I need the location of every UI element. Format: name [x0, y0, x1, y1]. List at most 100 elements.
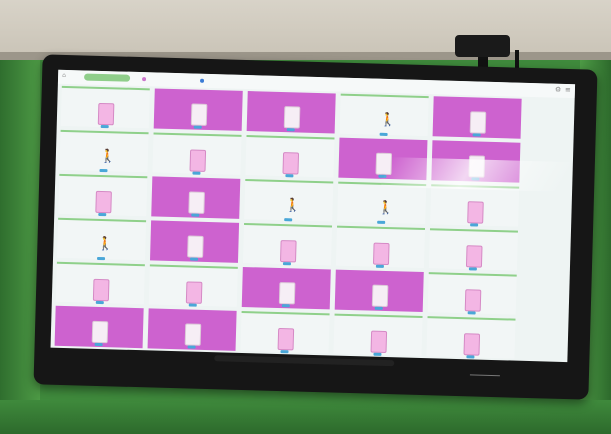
room-cell[interactable]	[153, 88, 243, 131]
status-tag-icon	[379, 132, 388, 136]
bed-icon	[91, 320, 109, 344]
bed-icon	[371, 284, 389, 308]
room-cell[interactable]: 🚶	[244, 179, 334, 222]
status-tag-icon	[99, 168, 108, 173]
bed-icon	[372, 242, 390, 266]
status-tag-icon	[96, 256, 106, 261]
menu-icon[interactable]: ≡	[565, 86, 573, 94]
legend-dot-icon	[142, 77, 147, 82]
room-cell[interactable]	[240, 310, 330, 354]
bed-icon	[184, 323, 202, 346]
bed-icon	[465, 245, 483, 268]
room-cell[interactable]	[148, 264, 238, 307]
status-tag-icon	[98, 212, 107, 217]
status-tag-icon	[467, 311, 476, 315]
room-cell[interactable]: 🚶	[339, 93, 429, 137]
tv-monitor: ⌂ ⚙ ≡ 🚶 🚶 🚶 🚶 🚶	[33, 54, 598, 400]
room-cell[interactable]	[426, 316, 516, 359]
bed-icon	[95, 190, 112, 214]
room-cell[interactable]	[245, 135, 335, 178]
room-cell[interactable]	[54, 305, 144, 349]
status-tag-icon	[377, 220, 386, 224]
monitor-base	[214, 355, 395, 367]
bed-icon	[278, 282, 296, 305]
room-cell[interactable]	[147, 308, 237, 351]
room-cell[interactable]	[58, 173, 148, 217]
bed-icon	[97, 102, 115, 126]
topbar-legend-item	[199, 77, 206, 84]
room-cell[interactable]: 🚶	[57, 217, 147, 261]
room-cell[interactable]	[334, 269, 424, 313]
bed-icon	[187, 235, 204, 258]
status-tag-icon	[374, 306, 383, 310]
status-tag-icon	[373, 352, 382, 356]
brand-line	[469, 374, 500, 377]
status-tag-icon	[95, 300, 104, 305]
room-cell[interactable]	[430, 184, 520, 227]
bed-icon	[463, 333, 481, 356]
status-tag-icon	[192, 171, 201, 175]
room-cell[interactable]	[151, 176, 241, 219]
person-icon: 🚶	[379, 112, 397, 129]
status-tag-icon	[472, 133, 481, 137]
bed-icon	[283, 106, 301, 129]
ceiling	[0, 0, 611, 60]
status-tag-icon	[187, 345, 196, 349]
room-cell[interactable]	[333, 313, 423, 357]
screen-glare	[379, 157, 572, 192]
bed-icon	[190, 103, 208, 126]
camera-icon	[455, 35, 510, 57]
screen: ⌂ ⚙ ≡ 🚶 🚶 🚶 🚶 🚶	[50, 69, 576, 363]
person-icon: 🚶	[377, 200, 394, 217]
status-tag-icon	[468, 267, 477, 271]
room-cell[interactable]	[246, 91, 336, 134]
topbar-legend-item	[142, 75, 148, 82]
status-tag-icon	[285, 174, 294, 178]
room-cell[interactable]	[335, 225, 426, 269]
status-tag-icon	[191, 213, 200, 217]
person-icon: 🚶	[284, 198, 301, 214]
room-cell[interactable]	[60, 85, 150, 129]
status-tag-icon	[190, 257, 199, 261]
status-tag-icon	[188, 303, 197, 307]
legend-dot-icon	[199, 78, 205, 83]
topbar-status-pill[interactable]	[84, 73, 131, 82]
home-icon[interactable]: ⌂	[62, 72, 68, 79]
room-cell[interactable]	[55, 261, 145, 305]
bed-icon	[189, 149, 207, 172]
room-cell[interactable]: 🚶	[59, 129, 149, 173]
status-tag-icon	[284, 218, 293, 222]
room-cell[interactable]	[428, 228, 518, 271]
bed-icon	[92, 278, 110, 302]
status-tag-icon	[94, 342, 103, 347]
status-tag-icon	[470, 223, 479, 227]
bed-icon	[282, 152, 300, 175]
bed-icon	[188, 191, 205, 214]
bed-icon	[469, 111, 487, 134]
room-cell[interactable]	[152, 132, 242, 175]
room-cell[interactable]	[242, 223, 333, 266]
room-cell[interactable]	[432, 96, 522, 139]
status-tag-icon	[280, 350, 289, 354]
person-icon: 🚶	[99, 148, 117, 165]
status-tag-icon	[281, 304, 290, 308]
room-cell[interactable]	[150, 220, 240, 263]
bed-icon	[464, 289, 482, 312]
room-cell[interactable]: 🚶	[337, 181, 427, 225]
wall-bottom	[0, 400, 611, 434]
bed-icon	[185, 281, 203, 304]
bed-icon	[277, 327, 295, 351]
bed-icon	[370, 330, 388, 354]
bed-icon	[467, 201, 484, 224]
status-tag-icon	[100, 124, 109, 129]
settings-icon[interactable]: ⚙	[555, 86, 563, 94]
status-tag-icon	[193, 125, 202, 129]
status-tag-icon	[286, 128, 295, 132]
status-tag-icon	[466, 355, 475, 359]
status-tag-icon	[375, 264, 384, 268]
room-cell[interactable]	[427, 272, 517, 315]
status-tag-icon	[282, 262, 292, 266]
person-icon: 🚶	[97, 236, 114, 253]
bed-icon	[280, 240, 297, 263]
room-cell[interactable]	[241, 266, 331, 310]
